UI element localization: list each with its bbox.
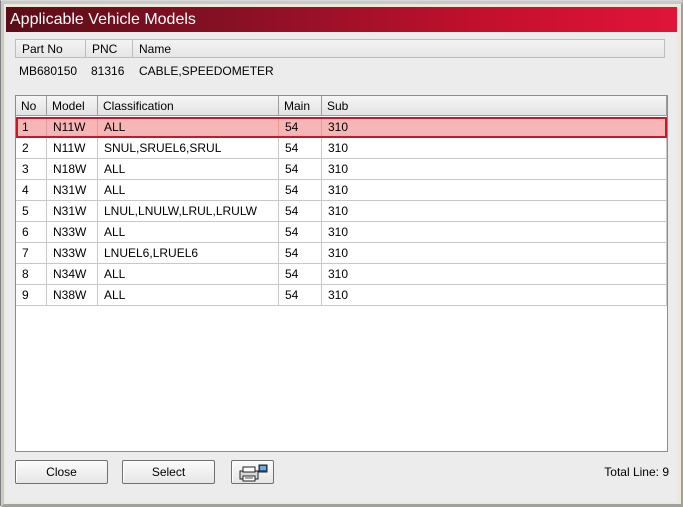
- cell-model: N31W: [47, 201, 98, 221]
- table-row[interactable]: 2 N11W SNUL,SRUEL6,SRUL 54 310: [16, 138, 667, 159]
- total-line-count: Total Line: 9: [604, 465, 669, 479]
- cell-model: N18W: [47, 159, 98, 179]
- cell-no: 6: [16, 222, 47, 242]
- cell-sub: 310: [322, 117, 667, 137]
- window-title: Applicable Vehicle Models: [6, 7, 677, 32]
- cell-sub: 310: [322, 180, 667, 200]
- cell-classification: LNUL,LNULW,LRUL,LRULW: [98, 201, 279, 221]
- cell-classification: ALL: [98, 264, 279, 284]
- table-row[interactable]: 9 N38W ALL 54 310: [16, 285, 667, 306]
- column-header-main[interactable]: Main: [279, 96, 322, 116]
- cell-main: 54: [279, 285, 322, 305]
- pnc-header: PNC: [86, 40, 133, 58]
- cell-model: N11W: [47, 117, 98, 137]
- print-button[interactable]: [231, 460, 274, 484]
- cell-no: 5: [16, 201, 47, 221]
- table-row[interactable]: 7 N33W LNUEL6,LRUEL6 54 310: [16, 243, 667, 264]
- table-row[interactable]: 1 N11W ALL 54 310: [16, 117, 667, 138]
- cell-no: 9: [16, 285, 47, 305]
- cell-main: 54: [279, 243, 322, 263]
- select-button[interactable]: Select: [122, 460, 215, 484]
- cell-classification: ALL: [98, 159, 279, 179]
- cell-main: 54: [279, 201, 322, 221]
- column-header-no[interactable]: No: [16, 96, 47, 116]
- window-content: Part No PNC Name MB680150 81316 CABLE,SP…: [6, 32, 677, 502]
- cell-classification: LNUEL6,LRUEL6: [98, 243, 279, 263]
- cell-main: 54: [279, 159, 322, 179]
- part-info-values: MB680150 81316 CABLE,SPEEDOMETER: [19, 62, 274, 80]
- cell-classification: ALL: [98, 180, 279, 200]
- cell-no: 8: [16, 264, 47, 284]
- cell-sub: 310: [322, 159, 667, 179]
- cell-classification: ALL: [98, 222, 279, 242]
- cell-model: N33W: [47, 243, 98, 263]
- cell-main: 54: [279, 180, 322, 200]
- table-row[interactable]: 6 N33W ALL 54 310: [16, 222, 667, 243]
- cell-sub: 310: [322, 243, 667, 263]
- printer-icon: [239, 464, 268, 482]
- cell-model: N31W: [47, 180, 98, 200]
- cell-main: 54: [279, 138, 322, 158]
- column-header-sub[interactable]: Sub: [322, 96, 667, 116]
- cell-no: 4: [16, 180, 47, 200]
- name-value: CABLE,SPEEDOMETER: [139, 64, 274, 78]
- grid-body: 1 N11W ALL 54 310 2 N11W SNUL,SRUEL6,SRUL 54 310 3…: [16, 117, 667, 306]
- column-header-model[interactable]: Model: [47, 96, 98, 116]
- cell-main: 54: [279, 222, 322, 242]
- part-no-header: Part No: [16, 40, 86, 58]
- cell-main: 54: [279, 264, 322, 284]
- table-row[interactable]: 8 N34W ALL 54 310: [16, 264, 667, 285]
- table-row[interactable]: 5 N31W LNUL,LNULW,LRUL,LRULW 54 310: [16, 201, 667, 222]
- part-info-header: Part No PNC Name: [15, 39, 665, 58]
- cell-model: N11W: [47, 138, 98, 158]
- cell-main: 54: [279, 117, 322, 137]
- part-no-value: MB680150: [19, 64, 78, 78]
- cell-no: 2: [16, 138, 47, 158]
- cell-sub: 310: [322, 222, 667, 242]
- cell-sub: 310: [322, 264, 667, 284]
- column-header-classification[interactable]: Classification: [98, 96, 279, 116]
- cell-no: 7: [16, 243, 47, 263]
- cell-no: 1: [16, 117, 47, 137]
- cell-no: 3: [16, 159, 47, 179]
- close-button[interactable]: Close: [15, 460, 108, 484]
- cell-model: N34W: [47, 264, 98, 284]
- cell-model: N38W: [47, 285, 98, 305]
- pnc-value: 81316: [91, 64, 125, 78]
- table-row[interactable]: 4 N31W ALL 54 310: [16, 180, 667, 201]
- cell-sub: 310: [322, 138, 667, 158]
- cell-classification: ALL: [98, 285, 279, 305]
- name-header: Name: [133, 40, 664, 58]
- applicable-vehicle-models-window: Applicable Vehicle Models Part No PNC Na…: [0, 0, 683, 507]
- vehicle-models-grid[interactable]: No Model Classification Main Sub 1 N11W AL…: [15, 95, 668, 452]
- cell-classification: SNUL,SRUEL6,SRUL: [98, 138, 279, 158]
- cell-classification: ALL: [98, 117, 279, 137]
- cell-sub: 310: [322, 285, 667, 305]
- grid-header: No Model Classification Main Sub: [16, 96, 667, 116]
- cell-model: N33W: [47, 222, 98, 242]
- table-row[interactable]: 3 N18W ALL 54 310: [16, 159, 667, 180]
- cell-sub: 310: [322, 201, 667, 221]
